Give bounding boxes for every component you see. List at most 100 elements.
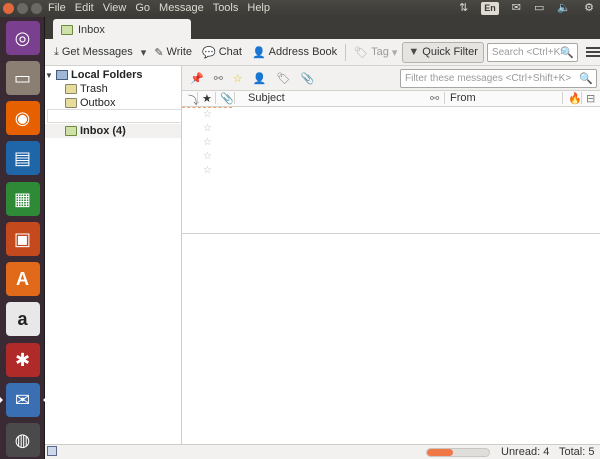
launcher-system-settings[interactable]: ✱ <box>3 341 42 379</box>
attachment-filter-icon[interactable]: 📎 <box>300 72 314 85</box>
launcher-ubuntu-dash[interactable]: ◎ <box>3 19 42 57</box>
unread-count: Unread: 4 <box>501 446 550 458</box>
folder-label: Inbox (4) <box>80 125 126 137</box>
launcher: ◎ ▭ ◉ ▤ ▦ ▣ Aa ✱ ✉ ◍ <box>0 17 46 459</box>
message-star-icon[interactable]: ☆ <box>203 137 212 148</box>
main-toolbar: ⤓ Get Messages ▾ ✎ Write 💬 Chat 👤 Addres… <box>45 39 600 66</box>
write-button[interactable]: ✎ Write <box>149 42 197 63</box>
app-menu-button[interactable] <box>586 47 600 57</box>
hamburger-line <box>586 55 600 57</box>
chevron-down-icon: ▾ <box>140 46 147 59</box>
thread-status-column-icon[interactable]: ⚯ <box>430 92 439 105</box>
column-header: ⤵ ★ 📎 Subject ⚯ From 🔥 ⊟ <box>182 91 600 107</box>
get-messages-button[interactable]: ⤓ Get Messages <box>49 42 138 63</box>
keyboard-language-indicator[interactable]: En <box>481 2 499 15</box>
menu-edit[interactable]: Edit <box>75 2 94 14</box>
menu-view[interactable]: View <box>103 2 127 14</box>
message-list-pane: 📌 ⚯ ☆ 👤 🏷 📎 Filter these messages <Ctrl+… <box>182 66 600 233</box>
search-placeholder: Search <Ctrl+K> <box>491 46 566 58</box>
star-filter-icon[interactable]: ☆ <box>233 72 243 85</box>
window-minimize-button[interactable] <box>17 3 28 14</box>
menu-tools[interactable]: Tools <box>213 2 239 14</box>
subject-column-header[interactable]: Subject <box>248 92 285 104</box>
expand-arrow-icon[interactable]: ▼ <box>45 71 53 80</box>
tag-label: Tag <box>371 46 389 58</box>
launcher-libreoffice-calc[interactable]: ▦ <box>3 180 42 218</box>
battery-icon[interactable]: ▭ <box>534 1 544 16</box>
message-star-icon[interactable]: ☆ <box>203 109 212 120</box>
status-bar: Unread: 4 Total: 5 <box>45 444 600 459</box>
folder-trash[interactable]: Trash <box>65 82 108 96</box>
launcher-files[interactable]: ▭ <box>3 59 42 97</box>
get-messages-label: Get Messages <box>61 46 133 58</box>
launcher-libreoffice-impress[interactable]: ▣ <box>3 220 42 258</box>
libreoffice-calc-icon: ▦ <box>5 182 40 216</box>
search-icon[interactable]: 🔍 <box>579 72 593 85</box>
menu-file[interactable]: File <box>48 2 66 14</box>
get-messages-dropdown[interactable]: ▾ <box>138 42 150 63</box>
window-controls <box>3 3 42 14</box>
trash-icon: ◍ <box>5 423 40 457</box>
message-star-icon[interactable]: ☆ <box>203 123 212 134</box>
search-input[interactable]: Search <Ctrl+K> 🔍 <box>486 42 579 62</box>
total-count: Total: 5 <box>559 446 595 458</box>
network-icon[interactable]: ⇅ <box>459 1 468 16</box>
thunderbird-window: Inbox ⤓ Get Messages ▾ ✎ Write 💬 Chat 👤 … <box>45 17 600 459</box>
gear-icon[interactable]: ⚙ <box>584 1 594 16</box>
chat-label: Chat <box>218 46 242 58</box>
attachment-column-icon[interactable]: 📎 <box>220 92 234 105</box>
drag-drop-placeholder <box>47 109 181 123</box>
tag-icon: 🏷 <box>354 46 369 59</box>
window-close-button[interactable] <box>3 3 14 14</box>
message-star-icon[interactable]: ☆ <box>203 151 212 162</box>
folder-outbox[interactable]: Outbox <box>65 96 115 110</box>
tab-bar: Inbox <box>45 17 600 41</box>
activity-progress-bar <box>426 448 490 457</box>
hamburger-line <box>586 47 600 49</box>
system-settings-icon: ✱ <box>5 343 40 377</box>
address-book-button[interactable]: 👤 Address Book <box>247 42 342 63</box>
funnel-icon: ▼ <box>408 46 420 58</box>
contact-filter-icon[interactable]: 👤 <box>253 72 267 85</box>
offline-status-icon[interactable] <box>47 446 57 456</box>
message-preview-pane <box>182 234 600 444</box>
window-maximize-button[interactable] <box>31 3 42 14</box>
tag-filter-icon[interactable]: 🏷 <box>277 72 291 85</box>
chevron-down-icon: ▾ <box>391 46 398 59</box>
folder-local-folders[interactable]: ▼ Local Folders <box>45 68 143 82</box>
tag-button[interactable]: 🏷 Tag ▾ <box>349 42 402 63</box>
launcher-software-center[interactable]: A <box>3 260 42 298</box>
unread-filter-icon[interactable]: ⚯ <box>214 72 223 85</box>
launcher-firefox[interactable]: ◉ <box>3 99 42 137</box>
launcher-trash[interactable]: ◍ <box>3 421 42 459</box>
launcher-thunderbird[interactable]: ✉ <box>0 381 46 419</box>
junk-column-icon[interactable]: 🔥 <box>568 92 582 105</box>
hamburger-line <box>586 51 600 53</box>
person-icon: 👤 <box>251 46 266 59</box>
menu-go[interactable]: Go <box>135 2 150 14</box>
pin-icon[interactable]: 📌 <box>190 72 204 85</box>
volume-icon[interactable]: 🔈 <box>557 1 571 16</box>
drop-indicator-line <box>182 107 232 108</box>
filter-messages-input[interactable]: Filter these messages <Ctrl+Shift+K> 🔍 <box>400 69 597 88</box>
mail-icon[interactable]: ✉ <box>512 1 521 16</box>
search-icon[interactable]: 🔍 <box>560 46 574 59</box>
chat-bubble-icon: 💬 <box>202 46 216 59</box>
message-star-icon[interactable]: ☆ <box>203 165 212 176</box>
chat-button[interactable]: 💬 Chat <box>197 42 247 63</box>
column-picker-icon[interactable]: ⊟ <box>586 92 595 105</box>
from-column-header[interactable]: From <box>450 92 476 104</box>
quick-filter-button[interactable]: ▼ Quick Filter <box>402 41 484 63</box>
folder-inbox[interactable]: Inbox (4) <box>45 124 181 138</box>
launcher-amazon[interactable]: a <box>3 300 42 338</box>
launcher-libreoffice-writer[interactable]: ▤ <box>3 139 42 177</box>
quick-filter-bar: 📌 ⚯ ☆ 👤 🏷 📎 Filter these messages <Ctrl+… <box>182 66 600 91</box>
menu-help[interactable]: Help <box>247 2 270 14</box>
download-icon: ⤓ <box>54 45 59 58</box>
firefox-icon: ◉ <box>5 101 40 135</box>
star-column-icon[interactable]: ★ <box>202 92 212 105</box>
tab-inbox[interactable]: Inbox <box>53 19 191 41</box>
menu-message[interactable]: Message <box>159 2 204 14</box>
quick-filter-label: Quick Filter <box>422 46 478 58</box>
address-book-label: Address Book <box>268 46 338 58</box>
